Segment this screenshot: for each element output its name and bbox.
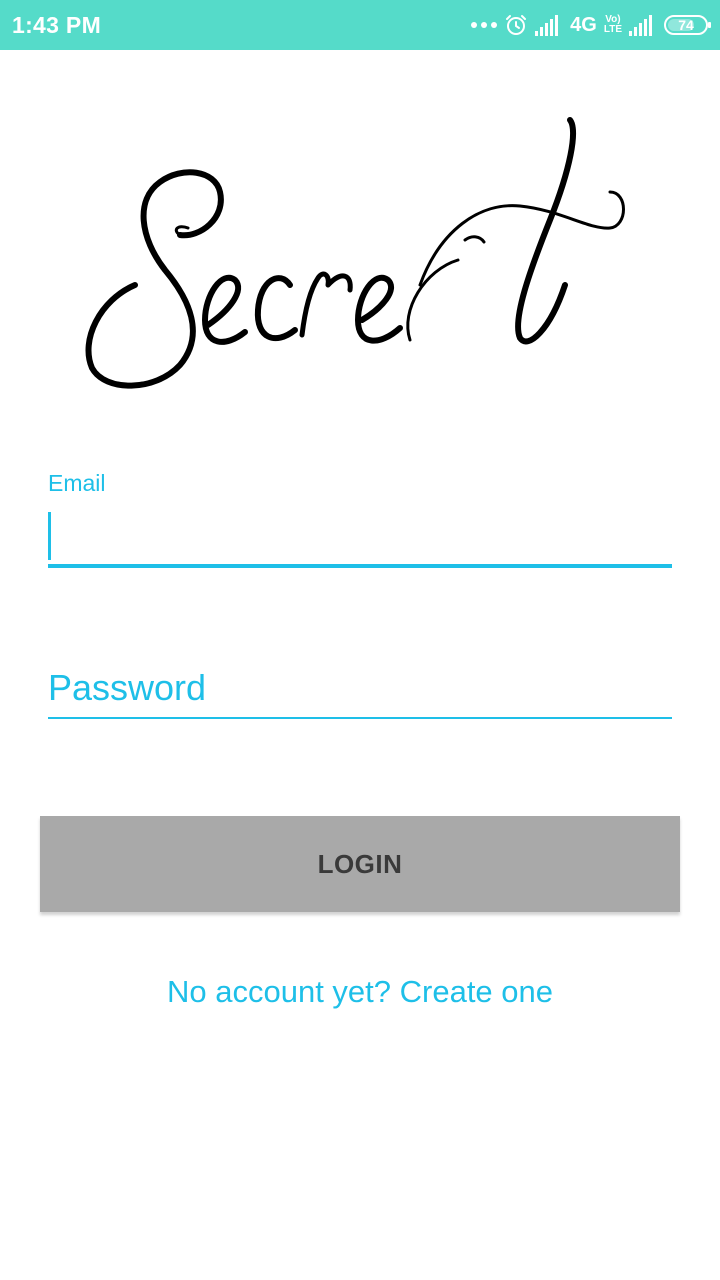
login-button[interactable]: LOGIN [40, 816, 680, 912]
network-type: 4G [570, 13, 597, 36]
email-label: Email [48, 470, 106, 496]
status-icons: 4G Vo) LTE 74 [471, 10, 711, 40]
secret-logo [85, 117, 625, 389]
text-cursor [48, 512, 51, 560]
signal-icon-2 [629, 15, 652, 36]
signal-icon [535, 15, 559, 36]
more-dots-icon [471, 22, 498, 28]
volte-icon: Vo) LTE [604, 15, 622, 35]
alarm-icon [506, 15, 527, 35]
status-bar: 1:43 PM 4G Vo) LTE 74 [0, 0, 720, 50]
password-input[interactable] [48, 660, 672, 716]
status-time: 1:43 PM [12, 12, 102, 38]
email-field: Email [48, 468, 672, 570]
email-underline [48, 564, 672, 568]
password-field [48, 660, 672, 722]
battery-level: 74 [678, 17, 694, 33]
password-underline [48, 717, 672, 719]
volte-bottom: LTE [603, 24, 622, 35]
email-input[interactable] [48, 508, 672, 564]
create-account-link[interactable]: No account yet? Create one [0, 974, 720, 1010]
battery-icon: 74 [664, 15, 711, 35]
